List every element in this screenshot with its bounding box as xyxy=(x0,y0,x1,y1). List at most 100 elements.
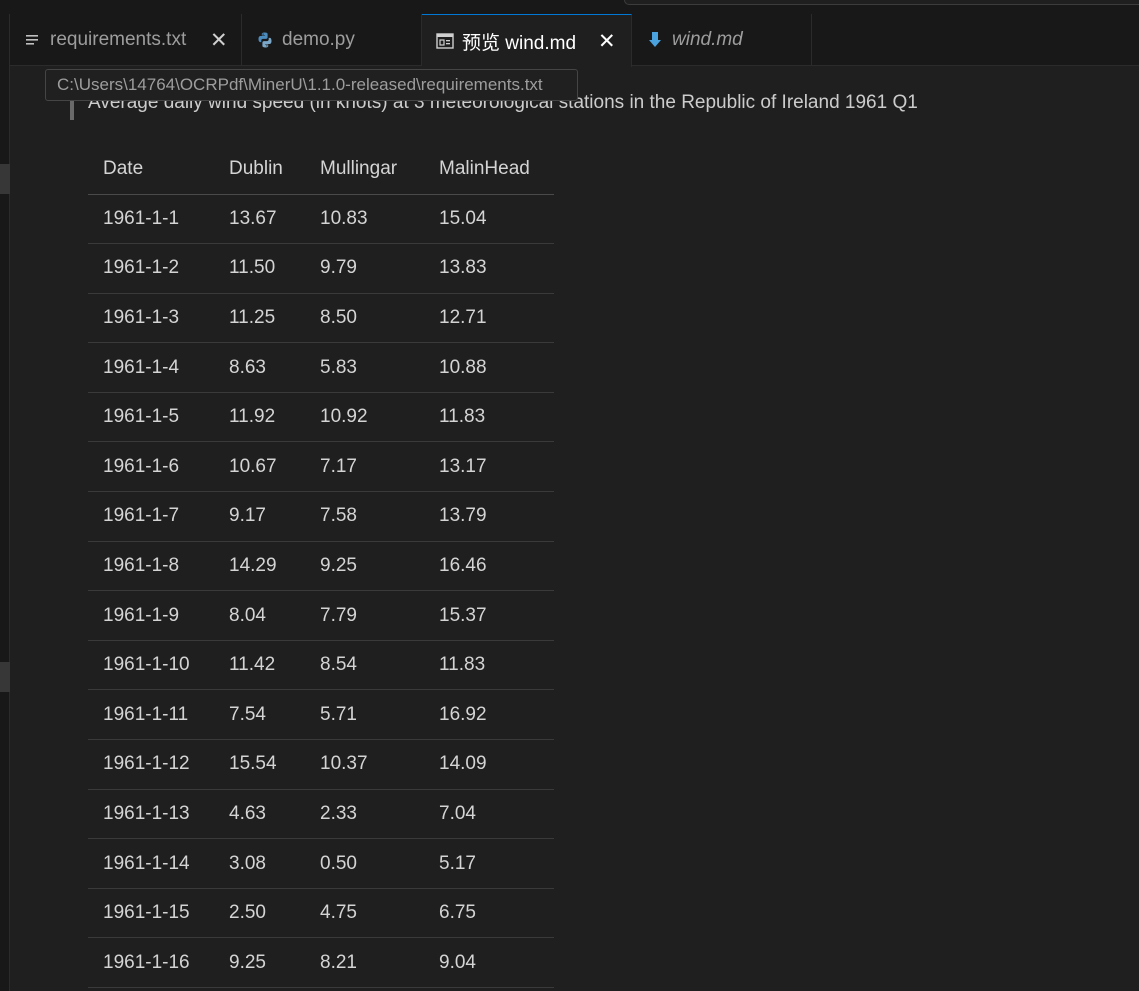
table-cell: 1961-1-6 xyxy=(88,441,214,493)
table-cell: 8.63 xyxy=(214,342,305,393)
table-cell: 6.75 xyxy=(424,888,554,939)
table-cell: 7.54 xyxy=(214,689,305,741)
table-cell: 1961-1-12 xyxy=(88,739,214,790)
markdown-icon xyxy=(646,31,664,49)
table-row: 1961-1-6 10.67 7.17 13.17 xyxy=(88,441,554,493)
table-cell: 4.75 xyxy=(305,888,424,939)
table-cell: 13.17 xyxy=(424,441,554,493)
close-icon[interactable]: ✕ xyxy=(210,28,228,53)
table-cell: 11.92 xyxy=(214,392,305,443)
table-cell: 12.71 xyxy=(424,293,554,344)
table-cell: 1961-1-5 xyxy=(88,392,214,443)
table-cell: 8.21 xyxy=(305,937,424,988)
tab-preview-wind-md[interactable]: 预览 wind.md ✕ xyxy=(422,14,632,67)
table-cell: 11.83 xyxy=(424,392,554,443)
table-cell: 10.88 xyxy=(424,342,554,393)
table-cell: 9.25 xyxy=(214,937,305,988)
table-row: 1961-1-5 11.92 10.92 11.83 xyxy=(88,392,554,443)
tab-label: wind.md xyxy=(672,29,743,50)
table-cell: 9.04 xyxy=(424,937,554,988)
table-row: 1961-1-3 11.25 8.50 12.71 xyxy=(88,293,554,344)
table-cell: 10.92 xyxy=(305,392,424,443)
command-center[interactable] xyxy=(624,0,1139,5)
table-cell: 13.79 xyxy=(424,491,554,542)
tab-bar: requirements.txt ✕ demo.py 预览 wind.md ✕ … xyxy=(10,14,1139,67)
table-cell: 5.83 xyxy=(305,342,424,393)
table-cell: 16.92 xyxy=(424,689,554,741)
explorer-item-highlight[interactable] xyxy=(0,662,10,692)
tab-requirements-txt[interactable]: requirements.txt ✕ xyxy=(10,14,242,66)
table-cell: 11.83 xyxy=(424,640,554,691)
table-row: 1961-1-2 11.50 9.79 13.83 xyxy=(88,243,554,294)
table-cell: 0.50 xyxy=(305,838,424,889)
file-path-tooltip: C:\Users\14764\OCRPdf\MinerU\1.1.0-relea… xyxy=(45,69,578,101)
table-row: 1961-1-1 13.67 10.83 15.04 xyxy=(88,194,554,245)
table-cell: 3.08 xyxy=(214,838,305,889)
markdown-preview: Average daily wind speed (in knots) at 3… xyxy=(10,66,1139,991)
table-cell: 9.79 xyxy=(305,243,424,294)
table-cell: 1961-1-14 xyxy=(88,838,214,889)
activity-bar-edge xyxy=(0,14,10,991)
table-cell: 1961-1-8 xyxy=(88,541,214,592)
table-row: 1961-1-9 8.04 7.79 15.37 xyxy=(88,590,554,641)
column-header: Date xyxy=(88,144,214,195)
table-row: 1961-1-12 15.54 10.37 14.09 xyxy=(88,739,554,790)
table-cell: 1961-1-4 xyxy=(88,342,214,393)
table-cell: 1961-1-9 xyxy=(88,590,214,641)
table-row: 1961-1-13 4.63 2.33 7.04 xyxy=(88,789,554,840)
table-cell: 16.46 xyxy=(424,541,554,592)
table-cell: 15.37 xyxy=(424,590,554,641)
table-cell: 1961-1-11 xyxy=(88,689,214,741)
table-cell: 1961-1-1 xyxy=(88,194,214,245)
table-cell: 11.25 xyxy=(214,293,305,344)
table-cell: 13.83 xyxy=(424,243,554,294)
title-strip xyxy=(0,0,1139,14)
table-cell: 1961-1-2 xyxy=(88,243,214,294)
table-cell: 5.71 xyxy=(305,689,424,741)
tab-label: demo.py xyxy=(282,29,355,50)
table-cell: 1961-1-13 xyxy=(88,789,214,840)
table-cell: 13.67 xyxy=(214,194,305,245)
table-cell: 1961-1-7 xyxy=(88,491,214,542)
explorer-item-highlight[interactable] xyxy=(0,164,10,194)
table-cell: 7.58 xyxy=(305,491,424,542)
table-cell: 11.42 xyxy=(214,640,305,691)
table-cell: 1961-1-3 xyxy=(88,293,214,344)
tab-label: requirements.txt xyxy=(50,29,187,50)
table-cell: 4.63 xyxy=(214,789,305,840)
table-row: 1961-1-7 9.17 7.58 13.79 xyxy=(88,491,554,542)
table-cell: 15.54 xyxy=(214,739,305,790)
table-cell: 1961-1-10 xyxy=(88,640,214,691)
table-cell: 5.17 xyxy=(424,838,554,889)
table-cell: 1961-1-16 xyxy=(88,937,214,988)
table-cell: 9.17 xyxy=(214,491,305,542)
tab-label: 预览 wind.md xyxy=(462,32,577,54)
column-header: Dublin xyxy=(214,144,305,195)
preview-icon xyxy=(436,32,454,50)
table-cell: 8.50 xyxy=(305,293,424,344)
python-icon xyxy=(256,31,274,49)
column-header: MalinHead xyxy=(424,144,554,195)
tab-wind-md[interactable]: wind.md xyxy=(632,14,812,66)
table-cell: 8.54 xyxy=(305,640,424,691)
table-cell: 10.67 xyxy=(214,441,305,493)
table-cell: 7.04 xyxy=(424,789,554,840)
table-row: 1961-1-14 3.08 0.50 5.17 xyxy=(88,838,554,889)
table-row: 1961-1-4 8.63 5.83 10.88 xyxy=(88,342,554,393)
table-row: 1961-1-10 11.42 8.54 11.83 xyxy=(88,640,554,691)
tab-demo-py[interactable]: demo.py xyxy=(242,14,422,66)
wind-speed-table: Date Dublin Mullingar MalinHead 1961-1-1… xyxy=(88,144,554,988)
table-cell: 2.50 xyxy=(214,888,305,939)
table-cell: 2.33 xyxy=(305,789,424,840)
table-cell: 9.25 xyxy=(305,541,424,592)
column-header: Mullingar xyxy=(305,144,424,195)
table-cell: 7.79 xyxy=(305,590,424,641)
table-cell: 10.83 xyxy=(305,194,424,245)
editor-window: requirements.txt ✕ demo.py 预览 wind.md ✕ … xyxy=(0,0,1139,991)
close-icon[interactable]: ✕ xyxy=(598,29,616,54)
table-cell: 8.04 xyxy=(214,590,305,641)
table-row: 1961-1-8 14.29 9.25 16.46 xyxy=(88,541,554,592)
table-row: 1961-1-15 2.50 4.75 6.75 xyxy=(88,888,554,939)
table-cell: 10.37 xyxy=(305,739,424,790)
table-row: 1961-1-11 7.54 5.71 16.92 xyxy=(88,689,554,741)
